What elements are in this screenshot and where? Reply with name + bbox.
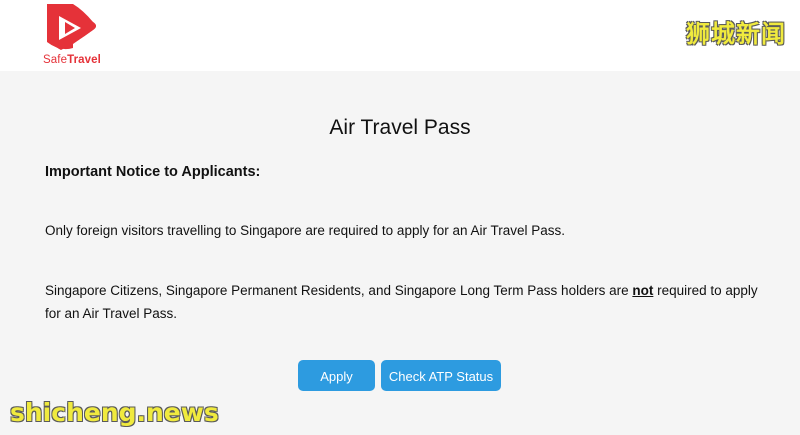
paragraph2-text-before: Singapore Citizens, Singapore Permanent … — [45, 283, 633, 298]
notice-paragraph-foreign-visitors: Only foreign visitors travelling to Sing… — [45, 223, 566, 238]
apply-button[interactable]: Apply — [298, 360, 375, 391]
logo-suffix: Travel — [67, 54, 101, 66]
top-header: SafeTravel 狮城新闻 — [0, 0, 800, 71]
check-atp-status-button[interactable]: Check ATP Status — [381, 360, 501, 391]
watermark-cn: 狮城新闻 — [686, 20, 786, 48]
logo-prefix: Safe — [43, 54, 68, 66]
page-title: Air Travel Pass — [329, 116, 471, 139]
shield-play-icon — [47, 4, 96, 50]
watermark-site: shicheng.news — [10, 398, 219, 427]
paragraph2-emphasis: not — [632, 283, 654, 298]
notice-paragraph-residents: Singapore Citizens, Singapore Permanent … — [45, 279, 765, 325]
logo-wordmark: SafeTravel — [34, 54, 110, 66]
notice-heading: Important Notice to Applicants: — [45, 164, 261, 180]
safetravel-logo[interactable]: SafeTravel — [34, 2, 110, 70]
